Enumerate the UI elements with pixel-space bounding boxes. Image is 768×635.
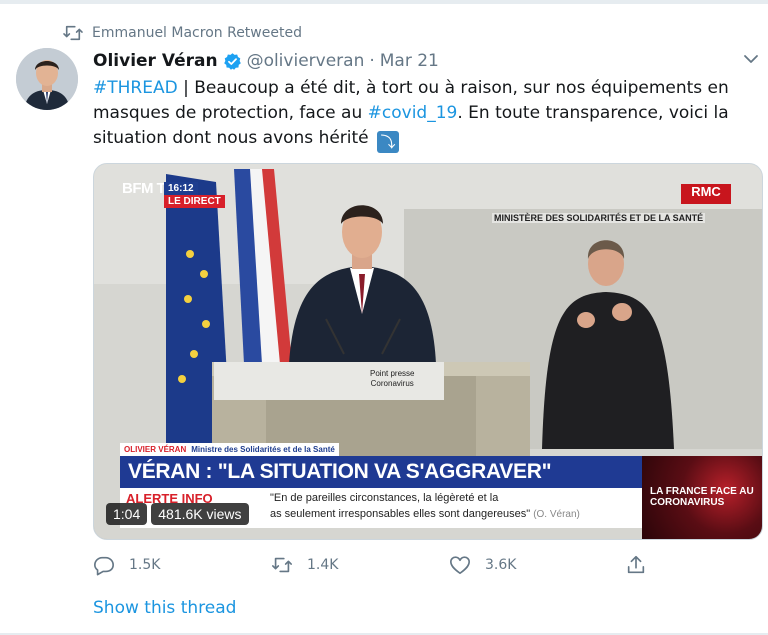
hashtag-covid[interactable]: #covid_19: [368, 103, 458, 123]
tweet-actions: 1.5K 1.4K 3.6K: [93, 551, 673, 579]
avatar[interactable]: [16, 48, 78, 110]
reply-count: 1.5K: [129, 557, 161, 573]
ministry-banner: MINISTÈRE DES SOLIDARITÉS ET DE LA SANTÉ: [492, 213, 706, 223]
reply-button[interactable]: 1.5K: [93, 551, 160, 579]
author-handle[interactable]: @olivierveran: [247, 51, 365, 71]
avatar-portrait: [16, 48, 78, 110]
lower-third-name: OLIVIER VÉRAN Ministre des Solidarités e…: [120, 443, 339, 456]
podium-sign: Point presse Coronavirus: [370, 369, 414, 389]
retweet-count: 1.4K: [307, 557, 339, 573]
author-name[interactable]: Olivier Véran: [93, 51, 218, 71]
video-duration: 1:04: [106, 503, 148, 525]
coronavirus-box-text: LA FRANCE FACE AU CORONAVIRUS: [650, 486, 754, 508]
live-label: LE DIRECT: [164, 195, 225, 208]
quote-line2-text: as seulement irresponsables elles sont d…: [270, 508, 531, 520]
retweet-button[interactable]: 1.4K: [271, 551, 338, 579]
heart-icon: [450, 556, 470, 575]
show-thread-link[interactable]: Show this thread: [93, 598, 236, 618]
like-count: 3.6K: [485, 557, 517, 573]
speaker-role: Ministre des Solidarités et de la Santé: [191, 445, 335, 454]
hashtag-thread[interactable]: #THREAD: [93, 78, 178, 98]
quote-line1: "En de pareilles circonstances, la légèr…: [270, 492, 499, 504]
share-icon: [627, 555, 645, 574]
podium-sign-line2: Coronavirus: [370, 379, 414, 388]
header-separator: ·: [369, 51, 375, 71]
video-overlay: 1:04 481.6K views: [106, 503, 249, 525]
quote-attribution: (O. Véran): [533, 509, 580, 520]
verified-badge-icon: [223, 52, 241, 70]
speaker-name: OLIVIER VÉRAN: [124, 445, 187, 454]
headline-banner: VÉRAN : "LA SITUATION VA S'AGGRAVER": [120, 456, 642, 488]
arrow-down-emoji-icon: ⤵: [377, 131, 400, 153]
retweet-context: Emmanuel Macron Retweeted: [62, 22, 302, 44]
retweet-context-text[interactable]: Emmanuel Macron Retweeted: [92, 25, 302, 41]
top-divider: [0, 0, 768, 4]
podium-sign-line1: Point presse: [370, 369, 415, 378]
retweet-icon: [272, 557, 292, 573]
share-button[interactable]: [625, 551, 661, 579]
quote-line2: as seulement irresponsables elles sont d…: [270, 508, 580, 520]
tweet-text: #THREAD | Beaucoup a été dit, à tort ou …: [93, 76, 759, 153]
broadcast-time: 16:12: [164, 182, 198, 195]
tweet-header: Olivier Véran @olivierveran · Mar 21: [93, 48, 713, 74]
video-views: 481.6K views: [151, 503, 249, 525]
like-button[interactable]: 3.6K: [449, 551, 516, 579]
coronavirus-box: LA FRANCE FACE AU CORONAVIRUS: [642, 456, 762, 539]
tweet-date[interactable]: Mar 21: [380, 51, 439, 71]
video-player[interactable]: BFM TV. 16:12 LE DIRECT RMC MINISTÈRE DE…: [93, 163, 763, 540]
chevron-down-icon[interactable]: [742, 52, 760, 66]
retweet-icon: [63, 25, 83, 41]
reply-icon: [94, 556, 114, 576]
rmc-logo: RMC: [681, 184, 731, 204]
